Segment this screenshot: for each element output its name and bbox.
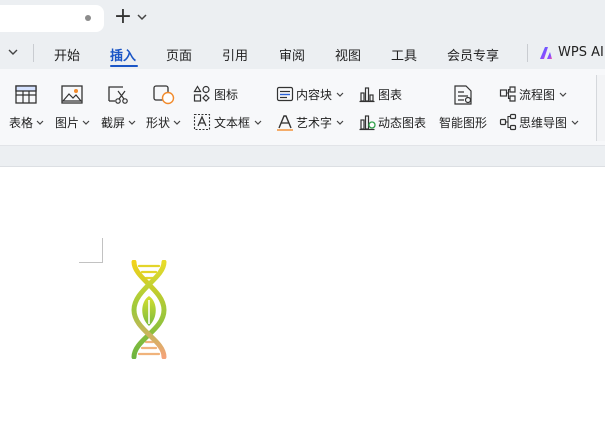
chevron-down-icon[interactable]	[136, 9, 148, 25]
title-bar: +	[0, 0, 605, 36]
document-top-gap	[0, 146, 605, 167]
ribbon-overflow-edge	[596, 75, 605, 141]
page-margin-marker	[102, 238, 103, 262]
menu-divider	[527, 44, 528, 62]
wordart-button[interactable]: 艺术字	[296, 114, 332, 131]
flowchart-button[interactable]: 流程图	[519, 86, 555, 103]
table-icon[interactable]	[14, 84, 38, 106]
chevron-down-icon	[336, 92, 344, 97]
wps-ai-button[interactable]: WPS AI	[558, 45, 604, 60]
icons-button[interactable]: 图标	[214, 86, 238, 103]
unsaved-dot-icon	[85, 15, 91, 21]
smart-graphic-icon[interactable]	[452, 84, 476, 106]
menu-tab-member[interactable]: 会员专享	[447, 45, 499, 64]
page-margin-marker	[79, 262, 103, 263]
menu-divider	[33, 44, 34, 62]
content-block-button[interactable]: 内容块	[296, 86, 332, 103]
chart-button[interactable]: 图表	[378, 86, 402, 103]
insert-ribbon: 表格 图片 截屏 形状 图标 文本框 内容块 艺术字 图表 动态图表 智能图形 …	[0, 69, 605, 146]
flowchart-icon[interactable]	[499, 85, 517, 103]
menu-tab-references[interactable]: 引用	[222, 45, 248, 64]
chevron-down-icon	[128, 120, 136, 125]
mindmap-icon[interactable]	[499, 113, 517, 131]
wps-ai-logo-icon[interactable]	[538, 45, 554, 61]
mindmap-button[interactable]: 思维导图	[519, 114, 567, 131]
menu-tab-tools[interactable]: 工具	[391, 45, 417, 64]
chevron-down-icon	[571, 120, 579, 125]
menu-tab-review[interactable]: 审阅	[279, 45, 305, 64]
chevron-down-icon	[82, 120, 90, 125]
wordart-icon[interactable]	[276, 113, 294, 131]
table-button[interactable]: 表格	[9, 114, 33, 131]
menu-tab-insert[interactable]: 插入	[110, 45, 136, 64]
chevron-down-icon	[36, 120, 44, 125]
dna-leaf-image[interactable]	[128, 260, 170, 359]
chevron-down-icon[interactable]	[8, 48, 18, 56]
active-tab-indicator	[110, 65, 138, 67]
icon-library-icon[interactable]	[193, 85, 211, 103]
scissors-icon[interactable]	[106, 84, 130, 106]
picture-button[interactable]: 图片	[55, 114, 79, 131]
chevron-down-icon	[254, 120, 262, 125]
chevron-down-icon	[173, 120, 181, 125]
document-tab[interactable]	[0, 5, 104, 32]
dynamic-chart-button[interactable]: 动态图表	[378, 114, 426, 131]
content-block-icon[interactable]	[276, 85, 294, 103]
textbox-button[interactable]: 文本框	[214, 114, 250, 131]
screenshot-button[interactable]: 截屏	[101, 114, 125, 131]
bar-chart-icon[interactable]	[358, 85, 376, 103]
document-page[interactable]	[0, 167, 605, 447]
plus-icon[interactable]: +	[112, 6, 134, 28]
smart-graphic-button[interactable]: 智能图形	[439, 114, 487, 131]
shape-button[interactable]: 形状	[146, 114, 170, 131]
textbox-icon[interactable]	[193, 113, 211, 131]
chevron-down-icon	[336, 120, 344, 125]
menu-tab-view[interactable]: 视图	[335, 45, 361, 64]
dynamic-chart-icon[interactable]	[358, 113, 376, 131]
menu-tab-home[interactable]: 开始	[54, 45, 80, 64]
shapes-icon[interactable]	[152, 84, 176, 106]
menu-bar: 开始 插入 页面 引用 审阅 视图 工具 会员专享 WPS AI	[0, 36, 605, 69]
image-icon[interactable]	[60, 84, 84, 106]
menu-tab-page[interactable]: 页面	[166, 45, 192, 64]
chevron-down-icon	[559, 92, 567, 97]
